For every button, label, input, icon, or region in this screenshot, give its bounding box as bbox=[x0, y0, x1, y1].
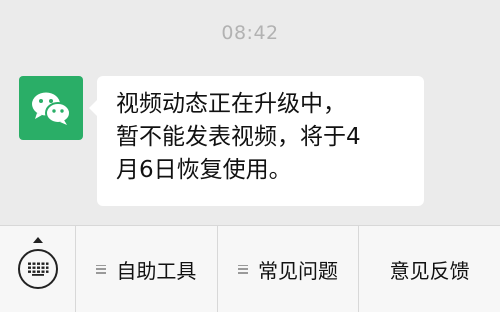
message-bubble[interactable]: 视频动态正在升级中， 暂不能发表视频，将于4 月6日恢复使用。 bbox=[89, 76, 424, 206]
wechat-icon bbox=[32, 92, 71, 125]
caret-up-icon bbox=[33, 237, 43, 243]
menu-list-icon bbox=[238, 264, 248, 274]
official-account-avatar[interactable] bbox=[19, 76, 83, 140]
menu-feedback[interactable]: 意见反馈 bbox=[359, 226, 500, 312]
menu-label: 自助工具 bbox=[116, 258, 197, 283]
menu-faq[interactable]: 常见问题 bbox=[218, 226, 360, 312]
menu-label: 意见反馈 bbox=[389, 258, 470, 283]
menu-label: 常见问题 bbox=[258, 258, 338, 283]
bottom-menu-bar: 自助工具 常见问题 意见反馈 bbox=[0, 225, 500, 312]
message-timestamp: 08:42 bbox=[221, 22, 279, 44]
keyboard-icon bbox=[17, 249, 58, 289]
keyboard-toggle-button[interactable] bbox=[0, 226, 76, 312]
menu-self-service-tools[interactable]: 自助工具 bbox=[76, 226, 218, 312]
message-text: 视频动态正在升级中， 暂不能发表视频，将于4 月6日恢复使用。 bbox=[116, 91, 361, 183]
menu-list-icon bbox=[96, 264, 107, 274]
chat-screen: 08:42 视频动态正在升级中， 暂不能发表视频，将于4 月6日恢复使用。 自助… bbox=[0, 0, 500, 312]
